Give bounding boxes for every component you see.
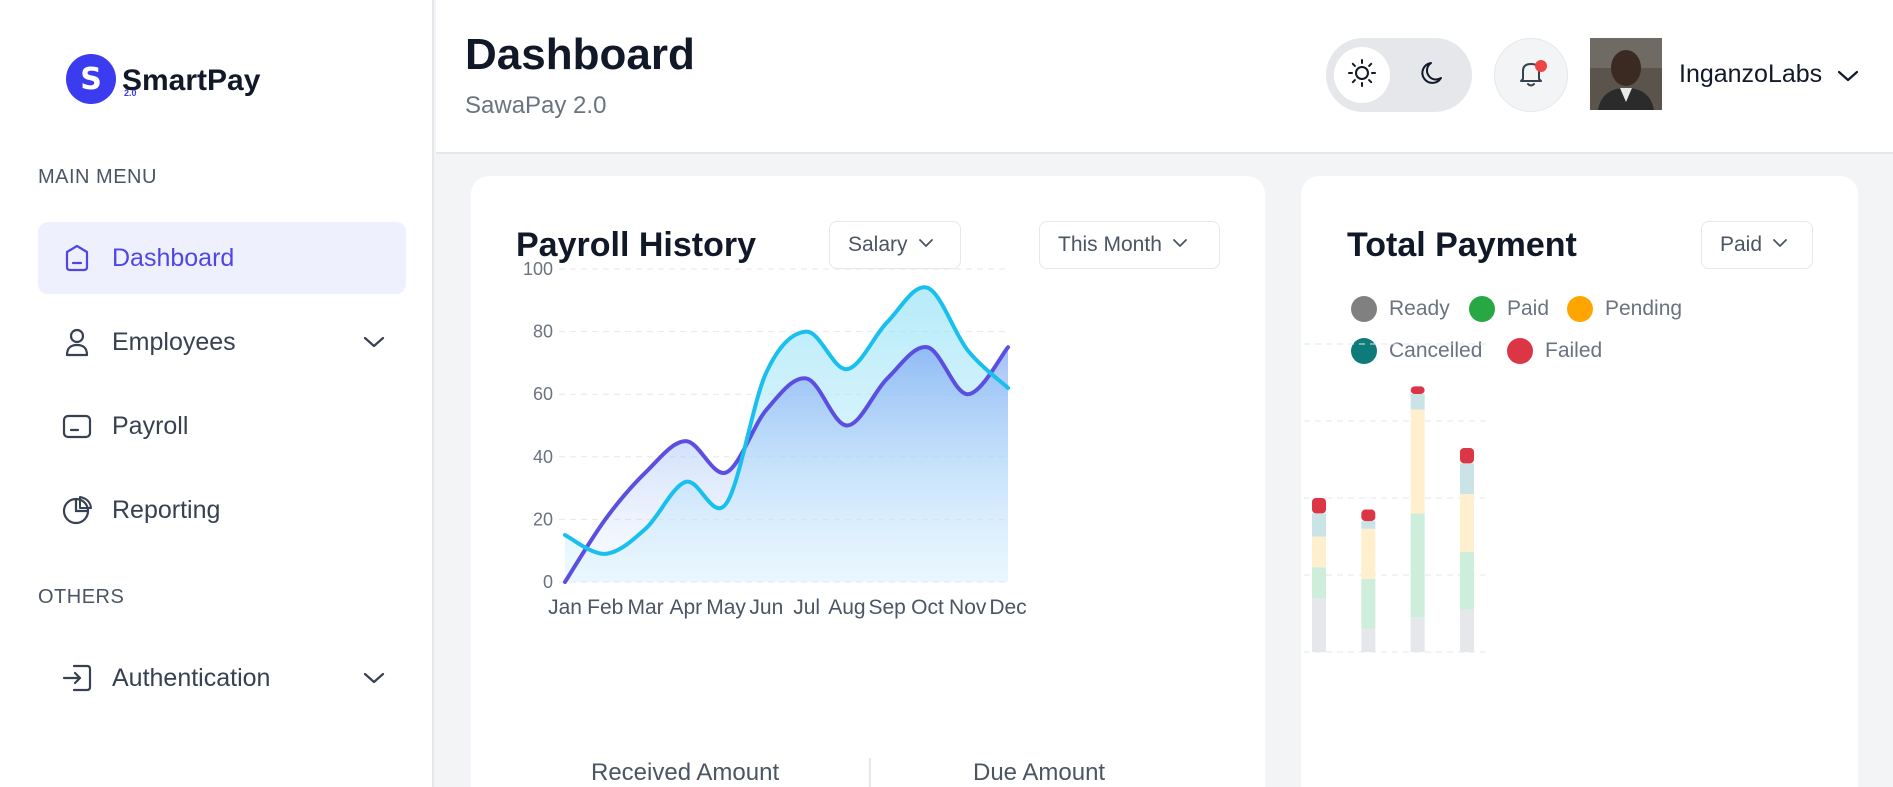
x-tick-label: Mar — [627, 596, 663, 619]
bar-segment-cancelled — [1361, 521, 1376, 529]
brand-version: 2.0 — [124, 88, 137, 98]
total-payment-card: Total Payment Paid Ready Paid Pending Ca… — [1301, 176, 1858, 787]
bar-segment-failed — [1361, 509, 1376, 522]
theme-toggle[interactable] — [1326, 38, 1472, 112]
x-tick-label: Aug — [828, 596, 865, 619]
footer-divider — [869, 758, 871, 787]
bar-segment-failed — [1312, 498, 1326, 514]
notification-badge — [1535, 60, 1547, 72]
bar-segment-ready — [1460, 609, 1474, 652]
x-tick-label: Jan — [548, 596, 582, 619]
chevron-down-icon[interactable] — [1836, 64, 1860, 93]
dark-mode-button[interactable] — [1406, 47, 1462, 103]
bar-segment-ready — [1410, 617, 1425, 652]
home-icon — [60, 241, 94, 275]
user-icon — [60, 325, 94, 359]
bar-segment-paid — [1361, 578, 1376, 629]
sidebar-item-reporting[interactable]: Reporting — [38, 474, 406, 546]
chevron-down-icon[interactable] — [362, 666, 386, 695]
x-tick-label: May — [706, 596, 746, 619]
sidebar-item-dashboard[interactable]: Dashboard — [38, 222, 406, 294]
bar-segment-failed — [1410, 386, 1425, 395]
bar-segment-ready — [1312, 598, 1326, 652]
sidebar-item-label: Employees — [112, 327, 236, 356]
bar-segment-ready — [1361, 628, 1376, 652]
bar-segment-pending — [1460, 494, 1474, 552]
bar-segment-cancelled — [1312, 513, 1326, 537]
sidebar-item-label: Dashboard — [112, 243, 235, 272]
bar-segment-failed — [1460, 447, 1474, 464]
x-tick-label: Oct — [911, 596, 944, 619]
received-amount-label: Received Amount — [591, 759, 780, 786]
y-tick-label: 100 — [523, 259, 553, 279]
x-tick-label: Apr — [669, 596, 702, 619]
x-tick-label: Jun — [749, 596, 783, 619]
page-subtitle: SawaPay 2.0 — [465, 92, 607, 119]
x-tick-label: Jul — [793, 596, 820, 619]
payroll-area-chart: 0 20 40 60 80 100 Jan Feb Mar Apr May Jun Jul Aug Sep… — [523, 259, 1027, 619]
page-title: Dashboard — [465, 30, 695, 79]
y-tick-label: 80 — [533, 322, 553, 342]
others-label: OTHERS — [38, 586, 125, 608]
sidebar-item-employees[interactable]: Employees — [38, 306, 406, 378]
moon-icon — [1419, 58, 1449, 93]
sidebar-item-label: Authentication — [112, 663, 271, 692]
payroll-history-card: Payroll History Salary This Month 0 20 40 6… — [471, 176, 1265, 787]
y-tick-label: 0 — [543, 572, 553, 592]
sun-icon — [1347, 58, 1377, 93]
top-header: Dashboard SawaPay 2.0 InganzoLabs — [436, 0, 1893, 154]
brand-logo[interactable]: S SmartPay 2.0 — [66, 54, 260, 104]
bar-segment-paid — [1410, 513, 1425, 618]
y-tick-label: 40 — [533, 447, 553, 467]
bar-segment-cancelled — [1460, 463, 1474, 495]
total-payment-bar-chart: 020406080 — [1301, 343, 1490, 653]
x-tick-label: Nov — [949, 596, 987, 619]
sidebar-item-authentication[interactable]: Authentication — [38, 642, 406, 714]
avatar[interactable] — [1590, 38, 1662, 110]
y-tick-label: 20 — [533, 509, 553, 529]
bar-segment-pending — [1312, 536, 1326, 568]
x-tick-label: Dec — [989, 596, 1026, 619]
wallet-icon — [60, 409, 94, 443]
sidebar-item-payroll[interactable]: Payroll — [38, 390, 406, 462]
chevron-down-icon[interactable] — [362, 330, 386, 359]
x-tick-label: Sep — [868, 596, 905, 619]
user-name[interactable]: InganzoLabs — [1679, 60, 1822, 89]
notifications-button[interactable] — [1494, 38, 1568, 112]
due-amount-label: Due Amount — [973, 759, 1106, 786]
light-mode-button[interactable] — [1334, 47, 1390, 103]
smartpay-logo-icon: S — [66, 54, 116, 104]
sidebar: S SmartPay 2.0 MAIN MENU Dashboard Emplo… — [0, 0, 434, 787]
sidebar-item-label: Reporting — [112, 495, 221, 524]
y-tick-label: 60 — [533, 384, 553, 404]
login-icon — [60, 661, 94, 695]
pie-chart-icon — [60, 493, 94, 527]
bar-segment-cancelled — [1410, 394, 1425, 410]
bar-segment-paid — [1312, 567, 1326, 599]
bar-segment-paid — [1460, 551, 1474, 610]
sidebar-item-label: Payroll — [112, 411, 189, 440]
main-menu-label: MAIN MENU — [38, 166, 157, 188]
x-tick-label: Feb — [587, 596, 623, 619]
brand-name: SmartPay — [122, 64, 261, 97]
bar-segment-pending — [1361, 528, 1376, 579]
bar-segment-pending — [1410, 409, 1425, 514]
